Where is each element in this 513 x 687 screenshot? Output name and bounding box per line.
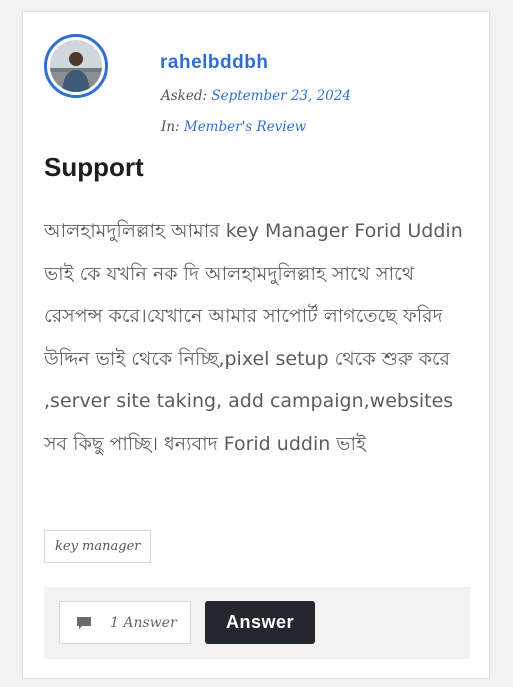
answer-count-label: 1 Answer — [110, 614, 177, 631]
author-name[interactable]: rahelbddbh — [160, 52, 268, 74]
comment-icon — [76, 616, 92, 630]
question-body: আলহামদুলিল্লাহ আমার key Manager Forid Ud… — [44, 220, 463, 455]
asked-meta: Asked: September 23, 2024 — [161, 88, 351, 104]
asked-date[interactable]: September 23, 2024 — [211, 88, 351, 104]
question-card: rahelbddbh Asked: September 23, 2024 In:… — [22, 11, 490, 679]
question-title[interactable]: Support — [44, 152, 144, 183]
asked-label: Asked: — [161, 88, 208, 104]
category-meta: In: Member's Review — [161, 119, 306, 135]
category-link[interactable]: Member's Review — [184, 119, 306, 135]
answer-button[interactable]: Answer — [205, 601, 315, 644]
avatar-photo — [50, 40, 102, 92]
in-label: In: — [161, 119, 180, 135]
answer-count-button[interactable]: 1 Answer — [59, 601, 191, 644]
avatar[interactable] — [44, 34, 108, 98]
question-footer: 1 Answer Answer — [44, 587, 470, 659]
tag-key-manager[interactable]: key manager — [44, 530, 152, 563]
